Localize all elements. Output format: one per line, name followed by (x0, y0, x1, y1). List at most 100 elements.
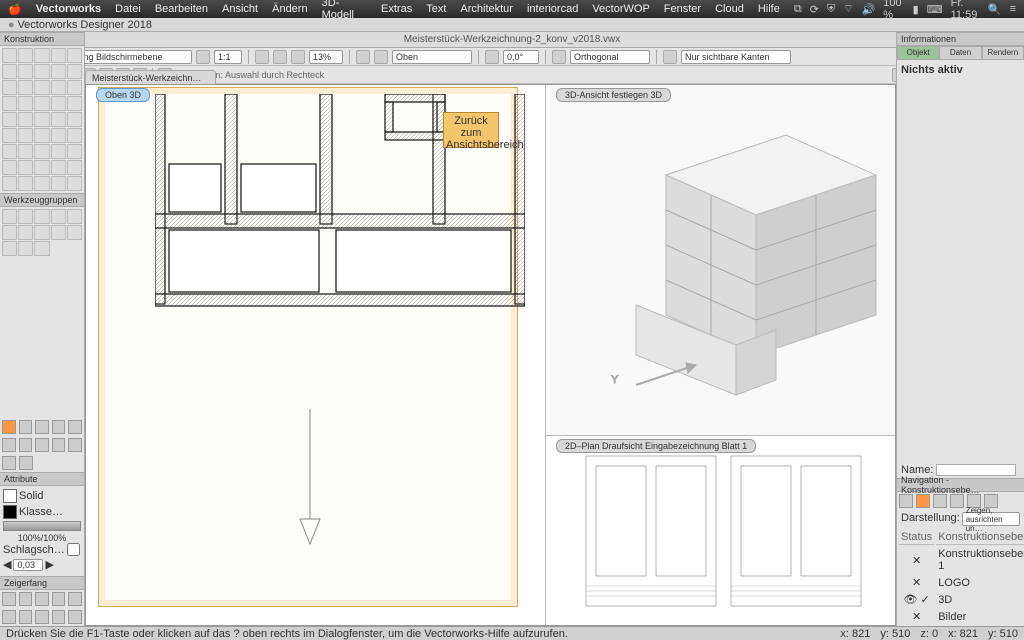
layer-row-2[interactable]: ✕LOGO (899, 575, 1024, 590)
tool-join[interactable] (51, 128, 66, 143)
menu-fenster[interactable]: Fenster (664, 3, 701, 15)
plan2d-viewport[interactable]: 2D–Plan Draufsicht Eingabezeichnung Blat… (545, 435, 895, 625)
menu-datei[interactable]: Datei (115, 3, 141, 15)
tool-split[interactable] (34, 128, 49, 143)
zoom-in-icon[interactable] (255, 50, 269, 64)
layer-select[interactable]: Oben (392, 50, 472, 64)
menu-text[interactable]: Text (426, 3, 446, 15)
class-btn[interactable]: Klasse… (19, 506, 63, 518)
tool-h[interactable] (34, 176, 49, 191)
tool-i[interactable] (51, 176, 66, 191)
menu-interiorcad[interactable]: interiorcad (527, 3, 578, 15)
attr-q2[interactable] (19, 420, 33, 434)
iso-viewport-tag[interactable]: 3D-Ansicht festlegen 3D (556, 88, 671, 102)
line-preview[interactable] (3, 521, 81, 531)
werkzeug-header[interactable]: Werkzeuggruppen (0, 193, 84, 207)
tool-line[interactable] (2, 64, 17, 79)
col-status[interactable]: Status (899, 530, 934, 545)
wg-7[interactable] (18, 225, 33, 240)
tool-wall[interactable] (51, 96, 66, 111)
info-header[interactable]: Informationen (897, 32, 1024, 46)
menu-ansicht[interactable]: Ansicht (222, 3, 258, 15)
tool-fillet[interactable] (18, 112, 33, 127)
wg-8[interactable] (34, 225, 49, 240)
indent-field[interactable] (13, 559, 43, 571)
zoom-out-icon[interactable] (273, 50, 287, 64)
menu-extras[interactable]: Extras (381, 3, 412, 15)
col-layer[interactable]: Konstruktionsebene (936, 530, 1024, 545)
snap-dist-icon[interactable] (2, 610, 16, 624)
darstellung-select[interactable]: Zeigen, ausrichten un… (962, 512, 1020, 526)
proj-icon[interactable] (552, 50, 566, 64)
tool-double[interactable] (34, 80, 49, 95)
fill-mode[interactable]: Solid (19, 490, 43, 502)
tool-j[interactable] (67, 176, 82, 191)
attr-q11[interactable] (2, 456, 16, 470)
layer-row-1[interactable]: ✕Konstruktionsebene-1 (899, 547, 1024, 573)
zeigerfang-header[interactable]: Zeigerfang (0, 576, 84, 590)
attr-q4[interactable] (52, 420, 66, 434)
tool-offset[interactable] (2, 128, 17, 143)
attr-q3[interactable] (35, 420, 49, 434)
tool-g[interactable] (18, 176, 33, 191)
tool-rotate[interactable] (67, 112, 82, 127)
snap-grid-icon[interactable] (2, 592, 16, 606)
wg-4[interactable] (51, 209, 66, 224)
render-select[interactable]: Nur sichtbare Kanten (681, 50, 791, 64)
indent-left-icon[interactable]: ◀ (3, 558, 11, 571)
attr-q10[interactable] (68, 438, 82, 452)
tool-select[interactable] (2, 48, 17, 63)
indent-right-icon[interactable]: ▶ (45, 558, 53, 571)
tool-move[interactable] (51, 144, 66, 159)
fit-icon[interactable] (196, 50, 210, 64)
tool-dim[interactable] (67, 96, 82, 111)
tool-mirror[interactable] (51, 112, 66, 127)
dropbox-icon[interactable]: ⧉ (794, 3, 802, 16)
nav-sheets-icon[interactable] (933, 494, 947, 508)
tool-trim[interactable] (18, 128, 33, 143)
tool-oval[interactable] (67, 80, 82, 95)
angle-field[interactable]: 0,0° (503, 50, 539, 64)
tool-attr[interactable] (18, 144, 33, 159)
menu-architektur[interactable]: Architektur (460, 3, 513, 15)
iso-viewport[interactable]: 3D-Ansicht festlegen 3D Y (545, 85, 895, 435)
clock[interactable]: Fr. 11:59 (951, 0, 980, 21)
snap-wp-icon[interactable] (52, 610, 66, 624)
tool-2d[interactable] (2, 96, 17, 111)
projection-select[interactable]: Orthogonal (570, 50, 650, 64)
plan2d-viewport-tag[interactable]: 2D–Plan Draufsicht Eingabezeichnung Blat… (556, 439, 756, 453)
nav-classes-icon[interactable] (899, 494, 913, 508)
tool-chamfer[interactable] (34, 112, 49, 127)
attribute-header[interactable]: Attribute (0, 472, 84, 486)
tool-symbol[interactable] (34, 96, 49, 111)
wg-5[interactable] (67, 209, 82, 224)
tool-align[interactable] (34, 144, 49, 159)
layer-row-3[interactable]: 👁 ✓3D (899, 592, 1024, 607)
wg-2[interactable] (18, 209, 33, 224)
attr-q5[interactable] (68, 420, 82, 434)
nav-layers-icon[interactable] (916, 494, 930, 508)
nav-header[interactable]: Navigation - Konstruktionsebe… (897, 478, 1024, 492)
class-vis-icon[interactable] (374, 50, 388, 64)
menu-hilfe[interactable]: Hilfe (758, 3, 780, 15)
wg-11[interactable] (2, 241, 17, 256)
layer-vis-icon[interactable] (356, 50, 370, 64)
menu-aendern[interactable]: Ändern (272, 3, 307, 15)
zoom-field[interactable]: 13% (309, 50, 343, 64)
top-viewport[interactable]: Oben 3D (86, 85, 545, 625)
tool-e[interactable] (67, 160, 82, 175)
tool-flyover[interactable] (51, 48, 66, 63)
tool-callout[interactable] (2, 112, 17, 127)
menu-3dmodell[interactable]: 3D-Modell (322, 0, 367, 21)
wg-3[interactable] (34, 209, 49, 224)
tool-a[interactable] (2, 160, 17, 175)
wg-6[interactable] (2, 225, 17, 240)
attr-q6[interactable] (2, 438, 16, 452)
wg-1[interactable] (2, 209, 17, 224)
menu-bearbeiten[interactable]: Bearbeiten (155, 3, 208, 15)
attr-q1[interactable] (2, 420, 16, 434)
wg-10[interactable] (67, 225, 82, 240)
scale-field[interactable]: 1:1 (214, 50, 242, 64)
menu-vectorwop[interactable]: VectorWOP (592, 3, 649, 15)
wifi-icon[interactable]: ⌔ (843, 2, 853, 16)
